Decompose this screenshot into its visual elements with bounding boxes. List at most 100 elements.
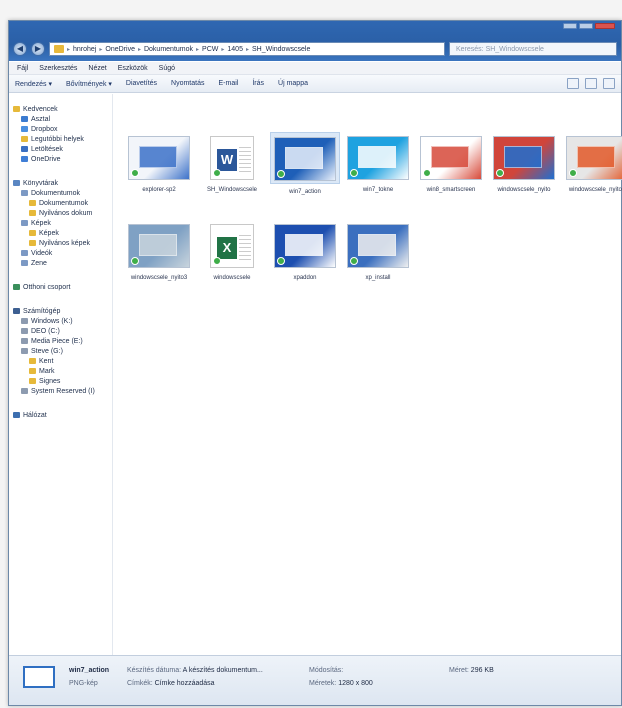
excel-spreadsheet-icon: X [210,224,254,268]
folder-icon [13,106,20,112]
folder-icon [21,348,28,354]
nav-item[interactable]: System Reserved (I) [9,386,112,396]
breadcrumb-item[interactable]: Dokumentumok [144,46,193,53]
sync-ok-icon [213,257,221,265]
nav-item[interactable]: Legutóbbi helyek [9,134,112,144]
nav-label: OneDrive [31,155,61,163]
nav-item[interactable]: OneDrive [9,154,112,164]
folder-icon [21,126,28,132]
nav-item[interactable]: Media Piece (E:) [9,336,112,346]
details-file-name: win7_action [69,667,110,674]
menu-item[interactable]: Súgó [159,65,175,72]
file-item[interactable]: win7_action [270,132,340,196]
minimize-button[interactable] [563,23,577,29]
address-bar[interactable]: ▸ hnrohej ▸ OneDrive ▸ Dokumentumok ▸ PCW ▸ 1405 ▸… [49,42,445,56]
breadcrumb-item[interactable]: PCW [202,46,218,53]
nav-label: Könyvtárak [23,179,59,187]
file-item[interactable]: win8_smartscreen [416,132,486,194]
file-name: windowscsele_nyito3 [130,275,188,281]
folder-icon [29,368,36,374]
file-item[interactable]: windowscsele_nyito3 [124,220,194,282]
excel-logo-icon: X [217,237,237,259]
nav-item[interactable]: Videók [9,248,112,258]
nav-label: Media Piece (E:) [31,337,83,345]
file-item[interactable]: W SH_Windowscsele [197,132,267,194]
menu-bar: Fájl Szerkesztés Nézet Eszközök Súgó [9,62,621,75]
file-item[interactable]: Xwindowscsele [197,220,267,282]
nav-item[interactable]: Kent [9,356,112,366]
sync-ok-icon [213,169,221,177]
preview-pane-icon[interactable] [585,78,597,89]
explorer-window: ◀ ▶ ▸ hnrohej ▸ OneDrive ▸ Dokumentumok ▸ PCW ▸ 1… [8,20,622,706]
nav-item[interactable]: Nyilvános képek [9,238,112,248]
nav-item[interactable]: Letöltések [9,144,112,154]
folder-icon [21,146,28,152]
toolbar-button[interactable]: Nyomtatás [171,80,204,87]
nav-item[interactable]: Mark [9,366,112,376]
nav-item[interactable]: Dokumentumok [9,188,112,198]
maximize-button[interactable] [579,23,593,29]
nav-item[interactable]: DEO (C:) [9,326,112,336]
nav-item[interactable]: Windows (K:) [9,316,112,326]
nav-group-header[interactable]: Kedvencek [9,104,112,114]
file-item[interactable]: xp_install [343,220,413,282]
nav-item[interactable]: Steve (G:) [9,346,112,356]
nav-item[interactable]: Dropbox [9,124,112,134]
sync-ok-icon [277,257,285,265]
file-item[interactable]: xpaddon [270,220,340,282]
file-item[interactable]: windowscsele_nyito [489,132,559,194]
nav-item[interactable]: Nyilvános dokum [9,208,112,218]
file-item[interactable]: win7_tokne [343,132,413,194]
nav-label: Számítógép [23,307,61,315]
breadcrumb-item[interactable]: hnrohej [73,46,96,53]
folder-icon [21,328,28,334]
menu-item[interactable]: Nézet [88,65,106,72]
nav-group-header[interactable]: Otthoni csoport [9,282,112,292]
folder-icon [21,260,28,266]
nav-group-header[interactable]: Könyvtárak [9,178,112,188]
folder-icon [21,250,28,256]
toolbar-button[interactable]: Írás [252,80,264,87]
screenshot-window-icon [139,234,177,256]
nav-label: Otthoni csoport [23,283,71,291]
file-thumbnail-frame [270,132,340,184]
image-thumbnail [128,224,190,268]
folder-icon [21,388,28,394]
details-tags[interactable]: Címkék: Címke hozzáadása [127,680,215,687]
menu-item[interactable]: Fájl [17,65,28,72]
search-placeholder: Keresés: SH_Windowscsele [456,45,544,53]
breadcrumb-item[interactable]: 1405 [227,46,243,53]
menu-item[interactable]: Eszközök [118,65,148,72]
nav-group-header[interactable]: Számítógép [9,306,112,316]
toolbar-button[interactable]: E-mail [219,80,239,87]
nav-item[interactable]: Signes [9,376,112,386]
toolbar-button[interactable]: Új mappa [278,80,308,87]
forward-arrow-icon[interactable]: ▶ [31,42,45,56]
file-name: windowscsele_nyito2 [568,187,622,193]
image-thumbnail [274,137,336,181]
nav-item[interactable]: Dokumentumok [9,198,112,208]
nav-label: Zene [31,259,47,267]
file-item[interactable]: explorer-sp2 [124,132,194,194]
breadcrumb-item[interactable]: SH_Windowscsele [252,46,310,53]
back-arrow-icon[interactable]: ◀ [13,42,27,56]
toolbar-button[interactable]: Rendezés ▾ [15,80,52,88]
toolbar-button[interactable]: Diavetítés [126,80,157,87]
nav-group-header[interactable]: Hálózat [9,410,112,420]
toolbar-button[interactable]: Bővítmények ▾ [66,80,112,88]
folder-icon [21,136,28,142]
nav-item[interactable]: Képek [9,218,112,228]
nav-label: Kedvencek [23,105,58,113]
close-button[interactable] [595,23,615,29]
nav-item[interactable]: Képek [9,228,112,238]
search-input[interactable]: Keresés: SH_Windowscsele [449,42,617,56]
breadcrumb-item[interactable]: OneDrive [105,46,135,53]
nav-item[interactable]: Zene [9,258,112,268]
file-item[interactable]: windowscsele_nyito2 [562,132,622,194]
nav-item[interactable]: Asztal [9,114,112,124]
help-icon[interactable] [603,78,615,89]
view-controls [567,78,615,89]
view-options-icon[interactable] [567,78,579,89]
word-logo-icon: W [217,149,237,171]
menu-item[interactable]: Szerkesztés [39,65,77,72]
